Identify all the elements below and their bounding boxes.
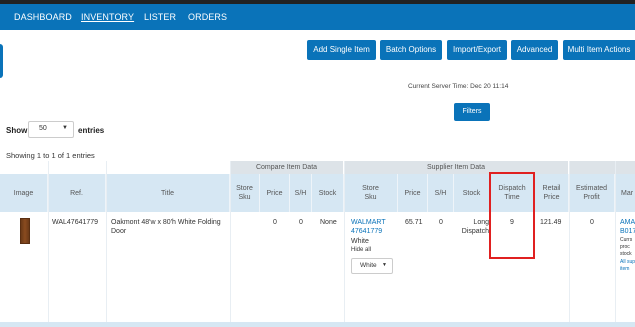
divider <box>344 161 345 327</box>
dispatch-time-highlight <box>489 172 535 259</box>
divider <box>106 161 107 327</box>
multi-item-actions-button[interactable]: Multi Item Actions <box>563 40 635 60</box>
variant-select-value: White <box>360 262 377 269</box>
entries-label: entries <box>78 126 105 135</box>
add-single-item-button[interactable]: Add Single Item <box>307 40 376 60</box>
col-title[interactable]: Title <box>106 174 230 212</box>
supplier-store-id: 47641779 <box>351 228 383 235</box>
col-retail-price[interactable]: Retail Price <box>535 174 569 212</box>
col-compare-store-sku[interactable]: Store Sku <box>230 174 260 212</box>
row-market-link[interactable]: All sup <box>620 259 635 265</box>
nav-inventory[interactable]: INVENTORY <box>81 4 134 30</box>
col-estimated-profit[interactable]: Estimated Profit <box>569 174 615 212</box>
advanced-button[interactable]: Advanced <box>511 40 558 60</box>
group-empty <box>569 161 635 174</box>
row-market-note1: Currs <box>620 237 633 243</box>
row-title: Oakmont 48'w x 80'h White Folding Door <box>111 219 221 235</box>
row-supplier-sh: 0 <box>439 219 443 226</box>
divider <box>615 161 616 327</box>
divider <box>230 161 231 327</box>
col-ref[interactable]: Ref. <box>48 174 106 212</box>
row-compare-price: 0 <box>273 219 277 226</box>
side-accent <box>0 44 3 78</box>
row-ref: WAL47641779 <box>52 219 99 226</box>
row-supplier-stock: Long Dispatch <box>461 219 489 235</box>
col-image[interactable]: Image <box>0 174 48 212</box>
col-compare-price[interactable]: Price <box>260 174 290 212</box>
nav-lister[interactable]: LISTER <box>144 4 176 30</box>
server-time: Current Server Time: Dec 20 11:14 <box>408 83 509 90</box>
row-market-note3: stock <box>620 251 632 257</box>
filters-button[interactable]: Filters <box>454 103 490 121</box>
row-market-line1[interactable]: AMA <box>620 218 635 227</box>
row-market-line2[interactable]: B017 <box>620 227 635 236</box>
col-market[interactable]: Mar <box>615 174 635 212</box>
table-footer <box>0 322 635 327</box>
row-retail-price: 121.49 <box>540 219 562 226</box>
nav-dashboard[interactable]: DASHBOARD <box>14 4 72 30</box>
nav-orders[interactable]: ORDERS <box>188 4 227 30</box>
col-compare-sh[interactable]: S/H <box>290 174 312 212</box>
col-compare-stock[interactable]: Stock <box>312 174 344 212</box>
col-supplier-stock[interactable]: Stock <box>454 174 490 212</box>
col-supplier-price[interactable]: Price <box>398 174 428 212</box>
group-supplier-item-data: Supplier Item Data <box>344 161 569 174</box>
divider <box>48 161 49 327</box>
row-market-note2: proc <box>620 244 630 250</box>
entries-value: 50 <box>39 125 47 132</box>
main-navbar: DASHBOARD INVENTORY LISTER ORDERS <box>0 4 635 30</box>
showing-count: Showing 1 to 1 of 1 entries <box>6 151 95 160</box>
row-supplier-store-link[interactable]: WALMART 47641779 <box>351 218 386 236</box>
col-supplier-sh[interactable]: S/H <box>428 174 454 212</box>
chevron-down-icon: ▼ <box>382 262 387 268</box>
variant-select[interactable]: White ▼ <box>351 258 393 274</box>
show-label: Show <box>6 126 28 135</box>
row-estimated-profit: 0 <box>590 219 594 226</box>
row-market-note4: item <box>620 266 630 272</box>
batch-options-button[interactable]: Batch Options <box>380 40 442 60</box>
row-compare-stock: None <box>320 219 337 226</box>
entries-per-page-select[interactable]: 50 ▼ <box>28 121 74 138</box>
product-thumbnail[interactable] <box>20 218 30 244</box>
divider <box>569 161 570 327</box>
row-supplier-variant: White <box>351 238 369 245</box>
supplier-store-name: WALMART <box>351 219 386 226</box>
row-hide-all: Hide all <box>351 247 372 253</box>
col-supplier-store-sku[interactable]: Store Sku <box>344 174 398 212</box>
row-compare-sh: 0 <box>299 219 303 226</box>
import-export-button[interactable]: Import/Export <box>447 40 507 60</box>
chevron-down-icon: ▼ <box>62 125 68 131</box>
group-compare-item-data: Compare Item Data <box>230 161 344 174</box>
row-supplier-price: 65.71 <box>405 219 423 226</box>
